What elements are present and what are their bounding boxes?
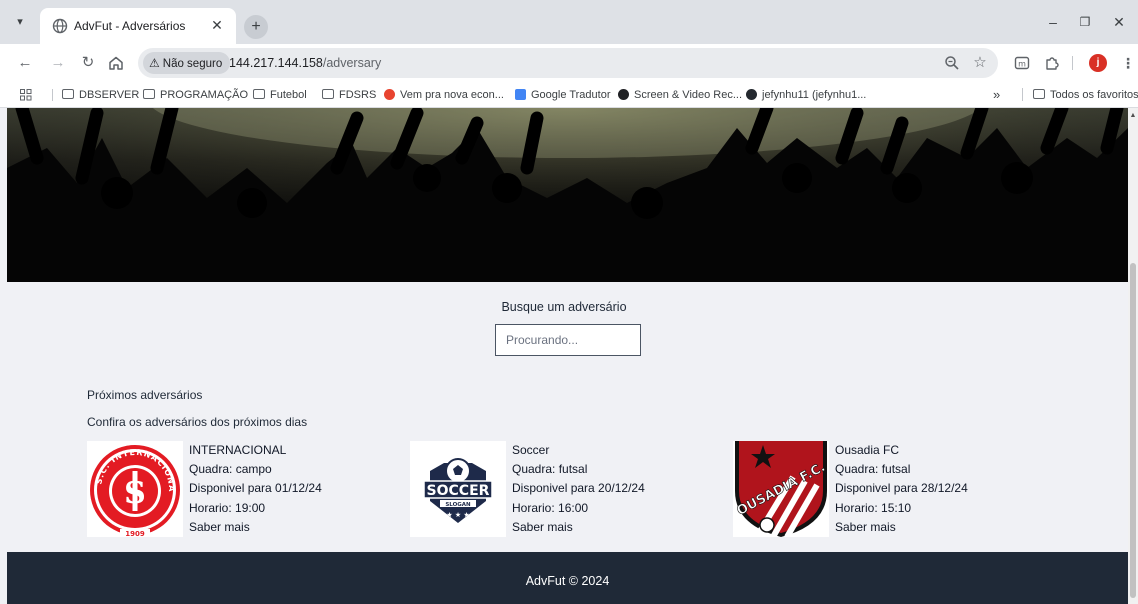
- adversary-horario: Horario: 16:00: [512, 500, 589, 515]
- adversary-name: Ousadia FC: [835, 443, 900, 457]
- folder-icon: [62, 89, 74, 99]
- saber-mais-link[interactable]: Saber mais: [835, 518, 968, 537]
- page-scrollbar[interactable]: ▲: [1128, 108, 1138, 604]
- google-translate-icon: [515, 89, 526, 100]
- mp-favicon-icon: [384, 89, 395, 100]
- adversary-name: INTERNACIONAL: [189, 443, 287, 457]
- bookmark-fdsrs[interactable]: FDSRS: [322, 87, 376, 103]
- back-arrow-icon[interactable]: ←: [15, 53, 35, 73]
- apps-grid-icon[interactable]: [20, 89, 32, 101]
- bookmarks-divider: [52, 89, 53, 101]
- github-icon: [746, 89, 757, 100]
- tab-close-icon[interactable]: ✕: [208, 16, 226, 34]
- bookmark-programacao[interactable]: PROGRAMAÇÃO: [143, 87, 248, 103]
- bookmark-vem-pra-nova-econ[interactable]: Vem pra nova econ...: [384, 87, 504, 103]
- tab-advfut[interactable]: AdvFut - Adversários ✕: [40, 8, 236, 44]
- security-label: Não seguro: [162, 58, 223, 70]
- adversary-disponivel: Disponivel para 01/12/24: [189, 481, 322, 496]
- adversary-horario: Horario: 15:10: [835, 500, 912, 515]
- adversary-horario: Horario: 19:00: [189, 500, 266, 515]
- bookmark-jefynhu11[interactable]: jefynhu11 (jefynhu1...: [746, 87, 866, 103]
- adversary-card-ousadia: OUSADIA F.C. Ousadia FC Quadra: futsal D…: [733, 441, 1013, 538]
- bookmark-star-icon[interactable]: ☆: [972, 55, 988, 71]
- adversary-card-internacional: S.C. INTERNACIONAL S 1909 INTERNACIONAL …: [87, 441, 367, 538]
- footer-copyright: AdvFut © 2024: [525, 574, 610, 588]
- kebab-menu-icon[interactable]: ⋮: [1119, 54, 1137, 72]
- saber-mais-link[interactable]: Saber mais: [512, 518, 645, 537]
- folder-icon: [1033, 89, 1045, 99]
- adversary-quadra: Quadra: futsal: [512, 462, 588, 477]
- bookmark-screen-video-rec[interactable]: Screen & Video Rec...: [618, 87, 742, 103]
- minimize-button[interactable]: –: [1043, 12, 1063, 32]
- svg-text:SOCCER: SOCCER: [427, 483, 490, 499]
- tab-title: AdvFut - Adversários: [74, 19, 186, 33]
- bookmarks-overflow-chevron-icon[interactable]: »: [993, 87, 1000, 103]
- bookmarks-divider-right: [1022, 88, 1023, 101]
- adversary-info: INTERNACIONAL Quadra: campo Disponivel p…: [189, 441, 322, 537]
- adversary-quadra: Quadra: campo: [189, 462, 272, 477]
- adversary-disponivel: Disponivel para 28/12/24: [835, 481, 968, 496]
- search-label: Busque um adversário: [501, 300, 627, 314]
- restore-button[interactable]: ❐: [1075, 12, 1095, 32]
- bookmark-dbserver[interactable]: DBSERVER: [62, 87, 139, 103]
- crowd-silhouette-image: [7, 108, 1128, 282]
- globe-icon: [52, 18, 68, 34]
- bookmark-futebol[interactable]: Futebol: [253, 87, 307, 103]
- folder-icon: [253, 89, 265, 99]
- forward-arrow-icon[interactable]: →: [48, 53, 68, 73]
- adversary-disponivel: Disponivel para 20/12/24: [512, 481, 645, 496]
- scroll-up-arrow-icon[interactable]: ▲: [1129, 112, 1137, 120]
- adversary-quadra: Quadra: futsal: [835, 462, 911, 477]
- scrollbar-thumb[interactable]: [1130, 263, 1136, 598]
- browser-toolbar: ← → ↻ ⚠ Não seguro 144.217.144.158/advers…: [0, 44, 1138, 82]
- ousadia-logo: OUSADIA F.C.: [733, 441, 829, 537]
- svg-text:★ ★ ★: ★ ★ ★: [446, 511, 469, 519]
- security-chip[interactable]: ⚠ Não seguro: [143, 52, 231, 74]
- screen-recorder-icon: [618, 89, 629, 100]
- puzzle-extensions-icon[interactable]: [1043, 54, 1061, 72]
- tab-strip: ▾ AdvFut - Adversários ✕ + – ❐ ✕: [0, 0, 1138, 44]
- search-input[interactable]: [495, 324, 641, 356]
- bookmark-all-favorites[interactable]: Todos os favoritos: [1033, 87, 1138, 103]
- adversary-card-soccer: SOCCER SLOGAN ★ ★ ★ Soccer Quadra: futsa…: [410, 441, 690, 538]
- warning-triangle-icon: ⚠: [149, 56, 160, 70]
- svg-text:1909: 1909: [125, 530, 145, 537]
- hero-banner: [7, 108, 1128, 282]
- page-footer: AdvFut © 2024: [7, 552, 1128, 604]
- tab-search-chevron-icon[interactable]: ▾: [12, 14, 28, 30]
- close-window-button[interactable]: ✕: [1109, 12, 1129, 32]
- bookmark-google-tradutor[interactable]: Google Tradutor: [515, 87, 611, 103]
- url-text[interactable]: 144.217.144.158/adversary: [229, 56, 381, 70]
- folder-icon: [322, 89, 334, 99]
- reload-icon[interactable]: ↻: [78, 53, 98, 73]
- profile-avatar[interactable]: j: [1089, 54, 1107, 72]
- folder-icon: [143, 89, 155, 99]
- bookmarks-bar: DBSERVER PROGRAMAÇÃO Futebol FDSRS Vem p…: [0, 82, 1138, 108]
- svg-text:SLOGAN: SLOGAN: [445, 502, 471, 508]
- toolbar-divider: [1072, 56, 1073, 70]
- internacional-logo: S.C. INTERNACIONAL S 1909: [87, 441, 183, 537]
- adversary-name: Soccer: [512, 443, 550, 457]
- adversary-info: Ousadia FC Quadra: futsal Disponivel par…: [835, 441, 968, 537]
- home-icon[interactable]: [107, 54, 125, 72]
- saber-mais-link[interactable]: Saber mais: [189, 518, 322, 537]
- address-bar[interactable]: ⚠ Não seguro 144.217.144.158/adversary ☆: [138, 48, 998, 78]
- extension-m-icon[interactable]: m: [1013, 54, 1031, 72]
- page-viewport: Busque um adversário Próximos adversário…: [0, 108, 1138, 604]
- svg-text:m: m: [1018, 60, 1026, 69]
- section-subtitle: Confira os adversários dos próximos dias: [87, 415, 308, 429]
- section-title: Próximos adversários: [87, 388, 203, 402]
- zoom-icon[interactable]: [944, 55, 960, 71]
- soccer-logo: SOCCER SLOGAN ★ ★ ★: [410, 441, 506, 537]
- new-tab-button[interactable]: +: [244, 15, 268, 39]
- adversary-info: Soccer Quadra: futsal Disponivel para 20…: [512, 441, 645, 537]
